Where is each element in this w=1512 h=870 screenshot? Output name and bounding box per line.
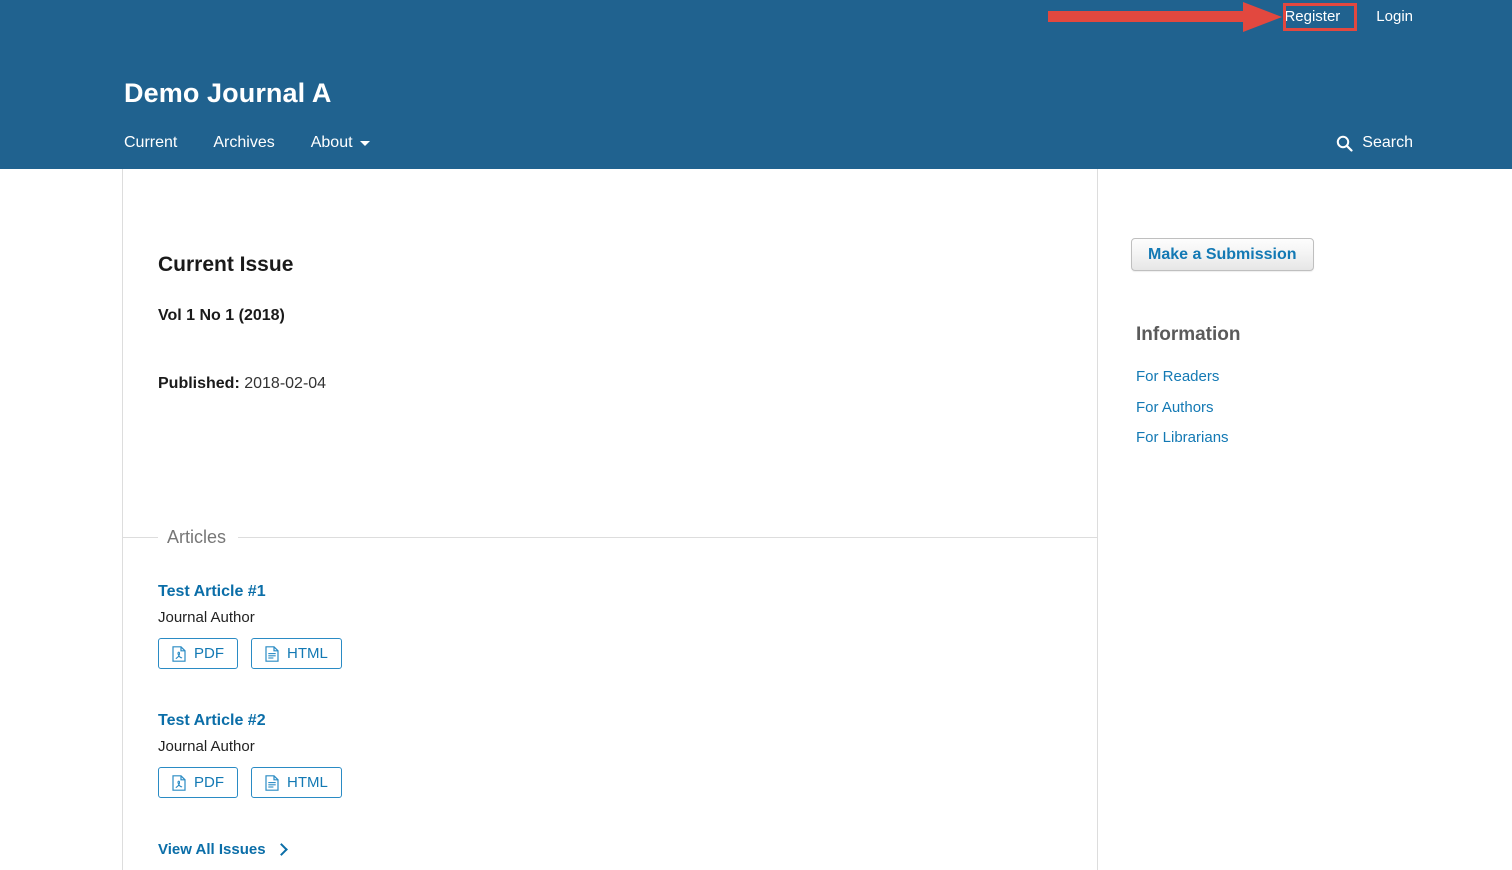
sidebar-link-for-readers[interactable]: For Readers	[1136, 368, 1219, 385]
section-legend-row: Articles	[123, 525, 1097, 549]
nav-item-about-label: About	[311, 134, 353, 152]
article-authors: Journal Author	[158, 609, 658, 626]
galley-html-label: HTML	[287, 768, 328, 797]
galley-html-label: HTML	[287, 639, 328, 668]
article-title: Test Article #2	[158, 712, 658, 730]
view-all-issues-link[interactable]: View All Issues	[158, 841, 286, 858]
chevron-right-icon	[275, 843, 288, 856]
sidebar-link-for-authors[interactable]: For Authors	[1136, 399, 1214, 416]
galley-pdf-label: PDF	[194, 639, 224, 668]
issue-published: Published: 2018-02-04	[158, 375, 326, 393]
galley-html-button[interactable]: HTML	[251, 638, 342, 669]
make-a-submission-button[interactable]: Make a Submission	[1131, 238, 1314, 271]
html-file-icon	[265, 646, 279, 662]
section-divider	[123, 537, 1097, 538]
section-title: Articles	[158, 525, 238, 549]
nav-item-current-label: Current	[124, 134, 177, 152]
search-label: Search	[1362, 134, 1413, 152]
published-date: 2018-02-04	[244, 375, 326, 392]
user-navigation: Register Login	[1284, 5, 1413, 28]
issue-identification: Vol 1 No 1 (2018)	[158, 307, 285, 325]
information-block-title: Information	[1136, 324, 1241, 346]
galley-pdf-button[interactable]: PDF	[158, 767, 238, 798]
login-link[interactable]: Login	[1376, 5, 1413, 28]
article-title-link[interactable]: Test Article #2	[158, 712, 266, 729]
galley-html-button[interactable]: HTML	[251, 767, 342, 798]
article-title-link[interactable]: Test Article #1	[158, 583, 266, 600]
article-summary: Test Article #2 Journal Author PDF	[158, 712, 658, 798]
nav-item-about[interactable]: About	[311, 134, 370, 152]
nav-item-archives-label: Archives	[213, 134, 274, 152]
galley-pdf-button[interactable]: PDF	[158, 638, 238, 669]
site-header: Register Login Demo Journal A Current Ar…	[0, 0, 1512, 169]
list-item: For Readers	[1136, 368, 1229, 386]
pdf-file-icon	[172, 646, 186, 662]
search-icon	[1336, 135, 1353, 152]
list-item: For Authors	[1136, 399, 1229, 417]
search-link[interactable]: Search	[1336, 134, 1413, 152]
published-label: Published:	[158, 375, 240, 392]
chevron-down-icon	[360, 141, 370, 146]
nav-item-archives[interactable]: Archives	[213, 134, 274, 152]
galley-pdf-label: PDF	[194, 768, 224, 797]
page-body: Current Issue Vol 1 No 1 (2018) Publishe…	[0, 169, 1512, 870]
article-title: Test Article #1	[158, 583, 658, 601]
sidebar: Make a Submission Information For Reader…	[1098, 169, 1512, 870]
sidebar-link-for-librarians[interactable]: For Librarians	[1136, 429, 1229, 446]
register-link[interactable]: Register	[1284, 5, 1340, 28]
html-file-icon	[265, 775, 279, 791]
view-all-issues-label: View All Issues	[158, 841, 266, 858]
article-summary: Test Article #1 Journal Author PDF	[158, 583, 658, 669]
primary-navigation: Current Archives About	[124, 134, 406, 152]
list-item: For Librarians	[1136, 429, 1229, 447]
article-galleys: PDF HTML	[158, 767, 658, 798]
information-links: For Readers For Authors For Librarians	[1136, 368, 1229, 460]
page-title: Current Issue	[158, 253, 293, 277]
main-content-column: Current Issue Vol 1 No 1 (2018) Publishe…	[122, 169, 1098, 870]
journal-title: Demo Journal A	[124, 78, 331, 109]
pdf-file-icon	[172, 775, 186, 791]
article-authors: Journal Author	[158, 738, 658, 755]
articles-section: Articles Test Article #1 Journal Author	[123, 525, 1097, 549]
article-galleys: PDF HTML	[158, 638, 658, 669]
nav-item-current[interactable]: Current	[124, 134, 177, 152]
